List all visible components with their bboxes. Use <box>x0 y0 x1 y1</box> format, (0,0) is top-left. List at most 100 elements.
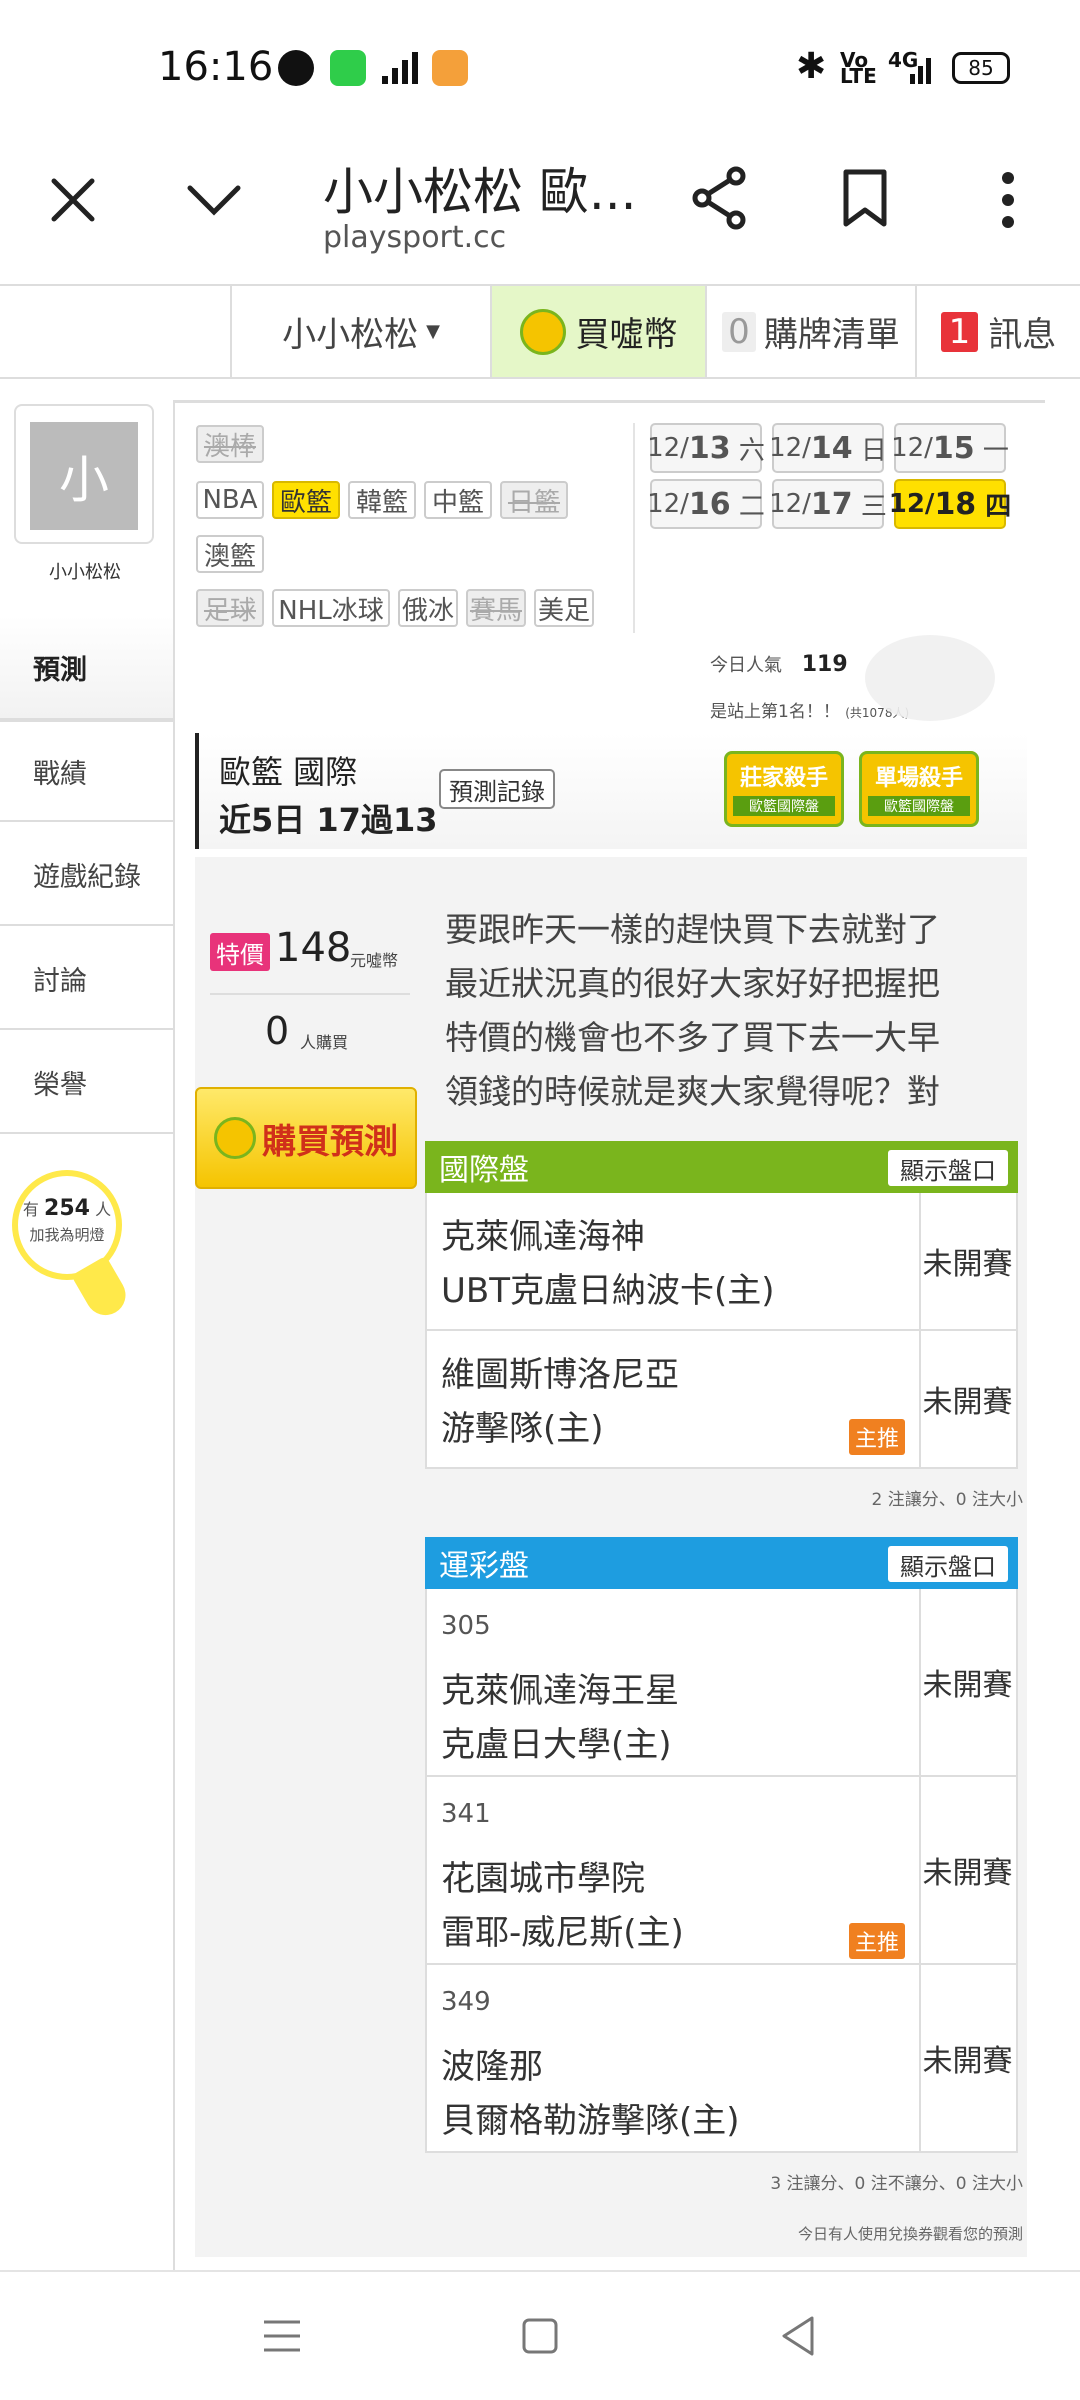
sidebar-item-label: 榮譽 <box>33 1069 87 1101</box>
status-time: 16:16 <box>158 44 274 90</box>
sport-chip[interactable]: 澳棒 <box>196 425 264 463</box>
message-line: 特價的機會也不多了買下去一大早 <box>445 1018 940 1057</box>
buy-coins-button[interactable]: 買噓幣 <box>490 286 705 377</box>
show-odds-button[interactable]: 顯示盤口 <box>888 1150 1008 1186</box>
message-count: 1 <box>940 311 979 352</box>
sport-chip[interactable]: 澳籃 <box>196 535 264 573</box>
league-header-card: 歐籃 國際 近5日 17過13 預測記錄 莊家殺手 歐籃國際盤 單場殺手 歐籃國… <box>195 733 1027 849</box>
bluetooth-icon: ✱ <box>796 46 827 87</box>
coin-icon <box>214 1117 256 1159</box>
sidebar-item-label: 討論 <box>33 965 87 997</box>
sport-chip[interactable]: NHL冰球 <box>272 589 390 627</box>
divider <box>210 993 410 995</box>
table-row[interactable]: 305 克萊佩達海王星 克盧日大學(主) 未開賽 <box>425 1589 1018 1777</box>
bookmark-icon[interactable] <box>840 168 890 228</box>
system-nav-bar <box>0 2270 1080 2400</box>
user-dropdown[interactable]: 小小松松 ▼ <box>230 286 490 377</box>
team-name: 雷耶-威尼斯(主) <box>441 1913 684 1953</box>
cart-count: 0 <box>722 311 756 352</box>
table-row[interactable]: 349 波隆那 貝爾格勒游擊隊(主) 未開賽 <box>425 1965 1018 2153</box>
menu-icon[interactable] <box>262 2316 302 2356</box>
date-button-selected[interactable]: 12/18 四 <box>889 479 1011 529</box>
team-name: 游擊隊(主) <box>441 1409 604 1449</box>
record-history-button[interactable]: 預測記錄 <box>439 769 555 809</box>
match-status: 未開賽 <box>922 1247 1013 1282</box>
messages-link[interactable]: 1 訊息 <box>915 286 1080 377</box>
buy-prediction-button[interactable]: 購買預測 <box>195 1087 417 1189</box>
cell-signal-icon <box>910 58 931 84</box>
main-panel: 澳棒 NBA 歐籃 韓籃 中籃 日籃 澳籃 足球 NHL冰球 俄冰 賽馬 美足 … <box>173 400 1045 2270</box>
single-game-killer-badge: 單場殺手 歐籃國際盤 <box>859 751 979 827</box>
lottery-table-note: 3 注讓分、0 注不讓分、0 注大小 <box>770 2174 1023 2194</box>
match-status: 未開賽 <box>922 1385 1013 1420</box>
match-status: 未開賽 <box>922 1668 1013 1703</box>
cart-label: 購牌清單 <box>763 315 900 355</box>
share-icon[interactable] <box>690 166 750 230</box>
sidebar-item-discussion[interactable]: 討論 <box>0 928 173 1030</box>
lamp-text: 加我為明燈 <box>29 1226 105 1244</box>
price-value: 148 <box>275 925 352 971</box>
buy-prediction-label: 購買預測 <box>262 1121 398 1162</box>
chevron-down-icon[interactable] <box>186 182 242 218</box>
sport-chip-selected[interactable]: 歐籃 <box>272 481 340 519</box>
intl-table-title: 國際盤 <box>439 1153 529 1188</box>
intl-table-note: 2 注讓分、0 注大小 <box>871 1490 1023 1510</box>
profile-name: 小小松松 <box>49 562 121 583</box>
date-button[interactable]: 12/17 三 <box>769 479 887 529</box>
match-status: 未開賽 <box>922 2044 1013 2079</box>
sport-chip[interactable]: 俄冰 <box>398 589 458 627</box>
line-app-icon <box>278 50 314 86</box>
profile-sidebar: 小 小小松松 預測 戰績 遊戲紀錄 討論 榮譽 有 254 人 加我為明燈 <box>0 400 173 2280</box>
sidebar-item-record[interactable]: 戰績 <box>0 720 173 822</box>
team-name: 花園城市學院 <box>441 1859 645 1899</box>
date-button[interactable]: 12/14 日 <box>769 423 887 473</box>
table-row[interactable]: 341 花園城市學院 雷耶-威尼斯(主) 主推 未開賽 <box>425 1777 1018 1965</box>
team-name: 克萊佩達海神 <box>441 1217 645 1257</box>
price-unit: 元噓幣 <box>350 951 399 970</box>
sport-chip[interactable]: 韓籃 <box>348 481 416 519</box>
cart-link[interactable]: 0 購牌清單 <box>705 286 915 377</box>
sidebar-item-game-log[interactable]: 遊戲紀錄 <box>0 824 173 926</box>
game-app-icon <box>432 50 468 86</box>
sport-chip[interactable]: 足球 <box>196 589 264 627</box>
lamp-suffix: 人 <box>95 1200 112 1219</box>
sidebar-item-label: 戰績 <box>33 758 87 790</box>
sport-chip[interactable]: 美足 <box>534 589 594 627</box>
popularity-label: 今日人氣 <box>710 655 782 676</box>
show-odds-button[interactable]: 顯示盤口 <box>888 1546 1008 1582</box>
popularity-line: 今日人氣 119 <box>710 651 848 677</box>
date-button[interactable]: 12/16 二 <box>647 479 765 529</box>
home-icon[interactable] <box>520 2316 560 2356</box>
sidebar-item-predict[interactable]: 預測 <box>0 616 173 720</box>
sport-chip[interactable]: NBA <box>196 481 264 519</box>
sport-chip[interactable]: 賽馬 <box>466 589 526 627</box>
avatar-frame[interactable]: 小 <box>14 404 154 544</box>
signal-bars-icon <box>382 52 418 84</box>
league-title: 歐籃 國際 <box>219 753 358 791</box>
app-icon <box>330 50 366 86</box>
site-top-nav: 小小松松 ▼ 買噓幣 0 購牌清單 1 訊息 <box>0 284 1080 379</box>
sport-chip[interactable]: 日籃 <box>500 481 568 519</box>
intl-table-header: 國際盤 顯示盤口 <box>425 1141 1018 1193</box>
date-button[interactable]: 12/13 六 <box>647 423 765 473</box>
close-icon[interactable] <box>48 175 98 225</box>
recent-record: 近5日 17過13 <box>219 801 438 839</box>
table-row[interactable]: 克萊佩達海神 UBT克盧日納波卡(主) 未開賽 <box>425 1193 1018 1331</box>
back-icon[interactable] <box>778 2314 818 2358</box>
date-button[interactable]: 12/15 一 <box>891 423 1009 473</box>
team-name: 克萊佩達海王星 <box>441 1671 679 1711</box>
divider <box>633 423 635 633</box>
game-number: 349 <box>441 1987 491 2017</box>
sport-chip[interactable]: 中籃 <box>424 481 492 519</box>
sidebar-item-honor[interactable]: 榮譽 <box>0 1032 173 1134</box>
squirrel-mascot-icon <box>865 635 995 721</box>
caret-down-icon: ▼ <box>426 321 440 342</box>
team-name: 貝爾格勒游擊隊(主) <box>441 2101 740 2141</box>
table-row[interactable]: 維圖斯博洛尼亞 游擊隊(主) 主推 未開賽 <box>425 1331 1018 1469</box>
volte-icon: Vo LTE <box>840 48 877 88</box>
lamp-prefix: 有 <box>22 1200 39 1219</box>
sidebar-item-label: 預測 <box>33 654 87 686</box>
team-name: UBT克盧日納波卡(主) <box>441 1271 775 1311</box>
team-name: 波隆那 <box>441 2047 543 2087</box>
more-options-icon[interactable] <box>998 170 1018 230</box>
